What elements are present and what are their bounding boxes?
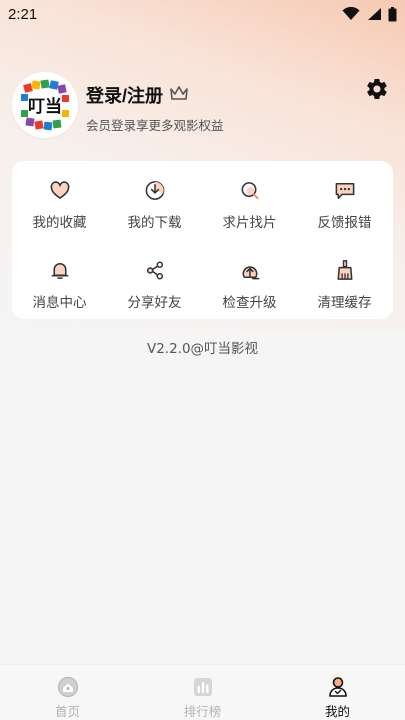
menu-item-feedback[interactable]: 反馈报错 — [297, 161, 392, 231]
broom-icon — [337, 260, 352, 280]
tab-ranking[interactable]: 排行榜 — [135, 665, 270, 720]
crown-icon — [170, 86, 188, 100]
download-icon — [145, 181, 164, 200]
ranking-icon — [193, 678, 212, 696]
feedback-icon — [335, 183, 354, 199]
heart-icon — [50, 181, 69, 199]
menu-item-label: 我的下载 — [127, 215, 182, 231]
menu-item-request-film[interactable]: 求片找片 — [202, 161, 297, 231]
menu-item-label: 反馈报错 — [317, 215, 372, 231]
home-icon — [57, 676, 78, 698]
status-icons — [342, 6, 397, 22]
profile-header: 叮当 登录/注册 会员登录享更多观影权益 — [12, 72, 393, 142]
gear-icon[interactable] — [365, 77, 389, 101]
version-text: V2.2.0@叮当影视 — [146, 341, 259, 357]
bell-icon — [51, 263, 68, 279]
menu-item-messages[interactable]: 消息中心 — [12, 241, 107, 311]
signal-icon — [368, 8, 381, 20]
menu-item-favorites[interactable]: 我的收藏 — [12, 161, 107, 231]
upgrade-icon — [242, 266, 259, 280]
status-time: 2:21 — [8, 5, 38, 23]
tab-home[interactable]: 首页 — [0, 665, 135, 720]
app-logo-text: 叮当 — [28, 96, 62, 117]
menu-item-share[interactable]: 分享好友 — [107, 241, 202, 311]
avatar[interactable]: 叮当 — [12, 72, 78, 138]
member-subtitle: 会员登录享更多观影权益 — [86, 118, 224, 133]
login-register-link[interactable]: 登录/注册 — [86, 82, 163, 108]
tab-label: 我的 — [324, 704, 350, 719]
share-icon — [146, 261, 163, 280]
menu-item-label: 清理缓存 — [317, 295, 372, 311]
app-logo-icon: 叮当 — [12, 72, 78, 138]
tab-label: 首页 — [54, 704, 80, 719]
menu-item-label: 我的收藏 — [32, 215, 87, 231]
bottom-tab-bar: 首页 排行榜 我的 — [0, 664, 405, 720]
tab-label: 排行榜 — [183, 704, 222, 719]
menu-item-check-update[interactable]: 检查升级 — [202, 241, 297, 311]
menu-item-downloads[interactable]: 我的下载 — [107, 161, 202, 231]
menu-item-label: 分享好友 — [127, 295, 182, 311]
menu-item-label: 求片找片 — [222, 215, 277, 231]
battery-icon — [388, 6, 397, 21]
wifi-icon — [342, 7, 360, 20]
menu-item-clear-cache[interactable]: 清理缓存 — [297, 241, 392, 311]
profile-icon — [328, 677, 347, 697]
search-film-icon — [241, 182, 259, 200]
menu-item-label: 消息中心 — [32, 295, 87, 311]
menu-card: 我的收藏 我的下载 求片找片 反馈报错 消息中心 分享好友 检查升级 清理缓存 — [12, 161, 393, 319]
tab-mine[interactable]: 我的 — [270, 665, 405, 720]
status-bar: 2:21 — [0, 0, 405, 28]
menu-item-label: 检查升级 — [222, 295, 277, 311]
